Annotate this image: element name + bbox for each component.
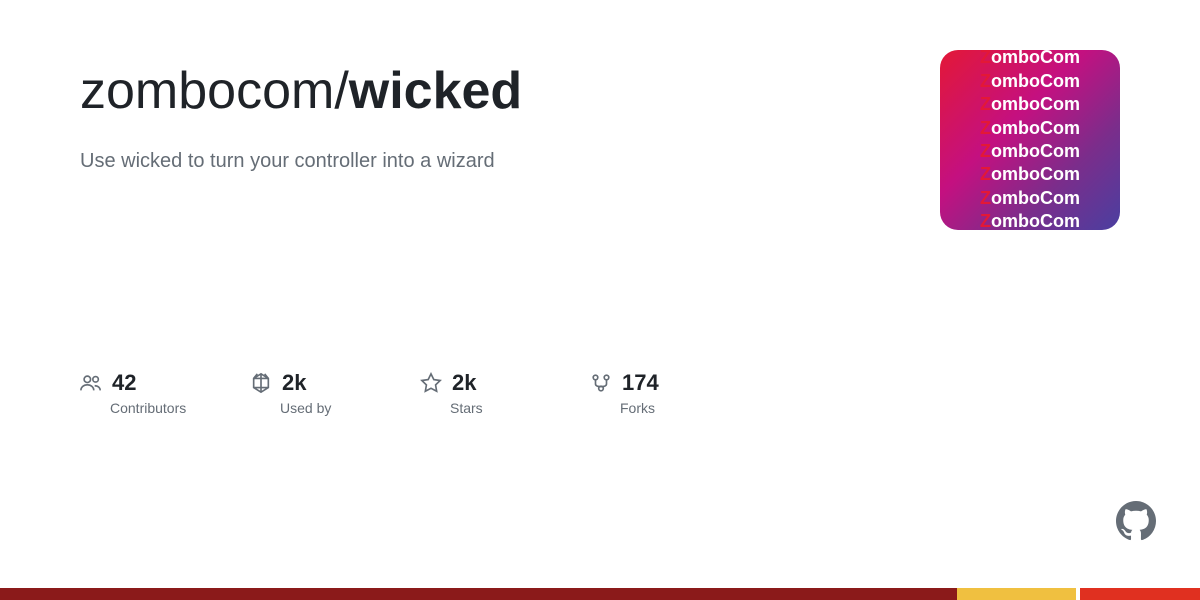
github-icon-wrapper[interactable]	[1112, 497, 1160, 550]
logo-text-block: ZomboCom ZomboCom ZomboCom ZomboCom Zomb…	[968, 50, 1092, 230]
stat-stars-top: 2k	[420, 370, 476, 396]
stats-section: 42 Contributors 2k Used by	[0, 310, 1200, 416]
repo-name: wicked	[349, 62, 522, 120]
logo-line-5: ZomboCom	[980, 140, 1080, 163]
github-icon	[1112, 497, 1160, 545]
bottom-bar	[0, 588, 1200, 600]
main-content: zombocom/wicked Use wicked to turn your …	[0, 0, 1200, 230]
logo-line-1: ZomboCom	[980, 50, 1080, 70]
logo-line-4: ZomboCom	[980, 117, 1080, 140]
repo-owner: zombocom	[80, 62, 334, 120]
contributors-value: 42	[112, 370, 136, 396]
contributors-icon	[80, 372, 102, 394]
logo-line-2: ZomboCom	[980, 70, 1080, 93]
stars-value: 2k	[452, 370, 476, 396]
stat-contributors-top: 42	[80, 370, 136, 396]
stat-stars[interactable]: 2k Stars	[420, 370, 590, 416]
contributors-label: Contributors	[80, 400, 186, 416]
forks-icon	[590, 372, 612, 394]
stat-forks[interactable]: 174 Forks	[590, 370, 760, 416]
repo-title: zombocom/wicked	[80, 60, 900, 122]
left-section: zombocom/wicked Use wicked to turn your …	[80, 60, 900, 176]
bar-orange-red	[1080, 588, 1200, 600]
bar-yellow	[957, 588, 1077, 600]
stat-used-by[interactable]: 2k Used by	[250, 370, 420, 416]
forks-value: 174	[622, 370, 659, 396]
repo-description: Use wicked to turn your controller into …	[80, 146, 700, 176]
stat-contributors[interactable]: 42 Contributors	[80, 370, 250, 416]
used-by-label: Used by	[250, 400, 331, 416]
logo-line-8: ZomboCom	[980, 210, 1080, 230]
stars-icon	[420, 372, 442, 394]
forks-label: Forks	[590, 400, 655, 416]
logo-line-7: ZomboCom	[980, 187, 1080, 210]
stars-label: Stars	[420, 400, 483, 416]
bar-dark-red	[0, 588, 957, 600]
stat-forks-top: 174	[590, 370, 659, 396]
used-by-value: 2k	[282, 370, 306, 396]
stat-used-by-top: 2k	[250, 370, 306, 396]
repo-logo: ZomboCom ZomboCom ZomboCom ZomboCom Zomb…	[940, 50, 1120, 230]
used-by-icon	[250, 372, 272, 394]
logo-line-6: ZomboCom	[980, 163, 1080, 186]
logo-line-3: ZomboCom	[980, 93, 1080, 116]
